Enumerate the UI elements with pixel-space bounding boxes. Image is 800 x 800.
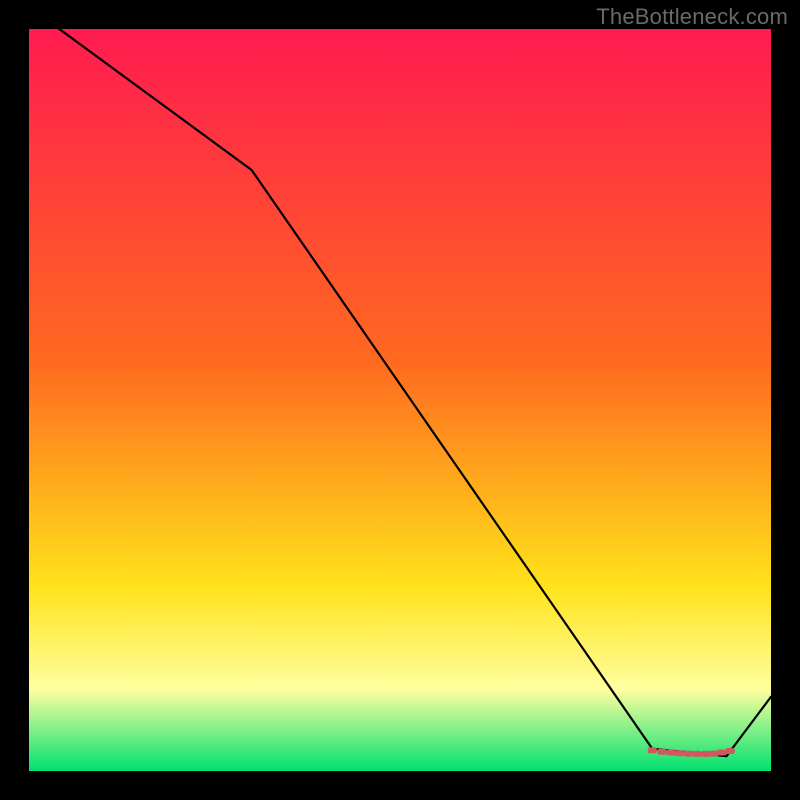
marker-dot <box>674 750 683 756</box>
marker-dot <box>701 751 710 757</box>
bottleneck-curve <box>29 29 771 756</box>
plot-area <box>29 29 771 771</box>
watermark-text: TheBottleneck.com <box>596 4 788 30</box>
marker-dot <box>648 747 657 753</box>
marker-dot <box>726 748 735 754</box>
marker-dot <box>709 751 718 757</box>
marker-dot <box>683 751 692 757</box>
data-overlay <box>29 29 771 771</box>
chart-frame: TheBottleneck.com <box>0 0 800 800</box>
marker-dot <box>666 749 675 755</box>
marker-dot <box>718 749 727 755</box>
marker-dot <box>692 751 701 757</box>
marker-dot <box>657 749 666 755</box>
